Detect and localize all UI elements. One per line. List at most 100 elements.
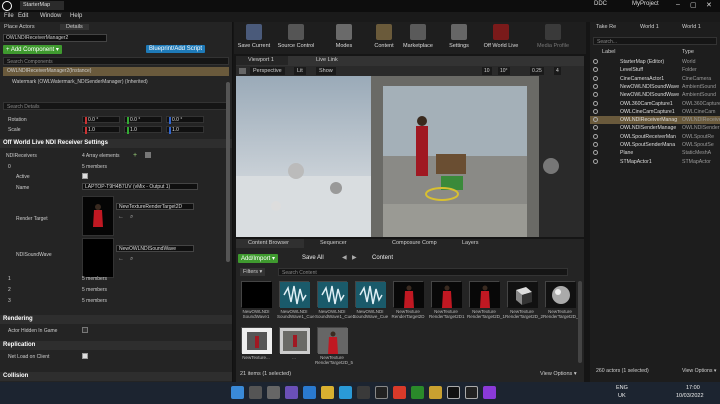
tab-viewport-1[interactable]: Viewport 1 <box>236 56 288 65</box>
scale-z-field[interactable]: 1.0 <box>166 126 204 134</box>
tab-layers[interactable]: Layers <box>462 240 479 246</box>
ddc-label[interactable]: DDC <box>594 1 607 7</box>
receiver-1-index[interactable]: 1 <box>8 276 11 282</box>
save-current-button[interactable]: Save Current <box>234 22 274 54</box>
outliner-view-options[interactable]: View Options ▾ <box>682 368 717 374</box>
net-load-checkbox[interactable] <box>82 353 88 359</box>
modes-button[interactable]: Modes <box>324 22 364 54</box>
add-component-button[interactable]: + Add Component ▾ <box>3 45 62 54</box>
search-details-input[interactable]: Search Details <box>3 102 229 110</box>
windows-start-icon[interactable] <box>231 386 244 399</box>
menu-file[interactable]: File <box>4 13 14 19</box>
maximize-button[interactable]: ▢ <box>690 1 697 9</box>
edge-icon[interactable] <box>339 386 352 399</box>
content-scrollbar[interactable] <box>578 281 582 363</box>
filters-button[interactable]: Filters ▾ <box>240 268 266 276</box>
camera-speed-value[interactable]: 4 <box>554 67 561 75</box>
off-world-live-button[interactable]: Off World Live <box>479 22 523 54</box>
widgets-icon[interactable] <box>285 386 298 399</box>
minimize-button[interactable]: – <box>676 1 680 8</box>
lit-button[interactable]: Lit <box>294 67 306 75</box>
active-checkbox[interactable] <box>82 173 88 179</box>
visibility-eye-icon[interactable] <box>593 59 598 64</box>
close-button[interactable]: ✕ <box>706 1 712 9</box>
app-icon-yellow[interactable] <box>429 386 442 399</box>
tab-content-browser[interactable]: Content Browser <box>236 239 304 248</box>
search-content-input[interactable]: Search Content <box>278 268 568 276</box>
app-icon-green[interactable] <box>411 386 424 399</box>
add-import-button[interactable]: Add/Import ▾ <box>238 254 279 263</box>
visibility-eye-icon[interactable] <box>593 133 598 139</box>
outliner-row[interactable]: OWLSpoutSenderMana OWLSpoutSe <box>590 141 720 149</box>
visibility-eye-icon[interactable] <box>593 150 598 156</box>
visibility-eye-icon[interactable] <box>593 125 598 131</box>
outliner-row[interactable]: StarterMap (Editor) World <box>590 58 720 66</box>
source-control-button[interactable]: Source Control <box>276 22 316 54</box>
scale-snap-value[interactable]: 0.25 <box>530 67 544 75</box>
outliner-row[interactable]: OWLNDIReceiverManag OWLNDIReceiver <box>590 116 720 125</box>
scale-x-field[interactable]: 1.0 <box>82 126 120 134</box>
save-all-button[interactable]: Save All <box>302 255 324 261</box>
outliner-row[interactable]: STMapActor1 STMapActor <box>590 158 720 166</box>
actor-name-field[interactable]: OWLNDIReceiverManager2 <box>3 34 107 42</box>
outliner-row[interactable]: OWLSpoutReceiverMan OWLSpoutRe <box>590 133 720 141</box>
asset-tile[interactable]: NewTexture RenderTarget2D_2 <box>505 281 543 319</box>
perspective-button[interactable]: Perspective <box>250 67 285 75</box>
grid-snap-value[interactable]: 10 <box>482 67 492 75</box>
visibility-eye-icon[interactable] <box>593 92 598 98</box>
menu-edit[interactable]: Edit <box>18 13 28 19</box>
clock-date[interactable]: 10/03/2022 <box>676 393 704 399</box>
visibility-eye-icon[interactable] <box>593 75 598 81</box>
tab-composure[interactable]: Composure Comp <box>392 240 437 246</box>
rotation-x-field[interactable]: 0.0 ° <box>82 116 120 124</box>
rotation-z-field[interactable]: 0.0 ° <box>166 116 204 124</box>
outliner-search-input[interactable]: Search... <box>593 37 717 45</box>
tab-take-recorder[interactable]: Take Re <box>596 24 616 30</box>
menu-help[interactable]: Help <box>70 13 82 19</box>
details-scrollbar[interactable] <box>226 82 230 262</box>
chat-icon[interactable] <box>303 386 316 399</box>
view-options-button[interactable]: View Options ▾ <box>540 371 577 377</box>
visibility-eye-icon[interactable] <box>593 142 598 147</box>
blueprint-add-script-button[interactable]: Blueprint/Add Script <box>146 45 206 53</box>
visibility-eye-icon[interactable] <box>593 83 598 89</box>
arrow-icon[interactable]: ← <box>118 214 124 220</box>
tab-details[interactable]: Details <box>60 24 89 30</box>
store-icon[interactable] <box>357 386 370 399</box>
asset-tile[interactable]: NewTexture RenderTarget2D_1 <box>467 281 505 319</box>
unreal-editor-icon[interactable] <box>465 386 478 399</box>
outliner-row[interactable]: NewOWLNDISoundWave AmbientSound <box>590 83 720 91</box>
arrow-icon[interactable]: ← <box>118 256 124 262</box>
collision-section[interactable]: Collision <box>0 372 232 381</box>
forward-button[interactable]: ▶ <box>352 254 357 261</box>
outliner-row[interactable]: NewOWLNDISoundWave AmbientSound <box>590 91 720 99</box>
file-explorer-icon[interactable] <box>321 386 334 399</box>
app-icon-purple[interactable] <box>483 386 496 399</box>
search-components-input[interactable]: Search Components <box>3 57 229 65</box>
path-content[interactable]: Content <box>372 255 393 261</box>
viewport[interactable]: Viewport 1 Live Link Perspective Lit Sho… <box>236 56 584 237</box>
hidden-in-game-checkbox[interactable] <box>82 327 88 333</box>
browse-search-icon[interactable]: ⌕ <box>130 214 133 221</box>
asset-tile[interactable]: NewTexture RenderTarget2D <box>391 281 425 319</box>
visibility-eye-icon[interactable] <box>593 117 598 123</box>
replication-section[interactable]: Replication <box>0 341 232 350</box>
rendering-section[interactable]: Rendering <box>0 315 232 324</box>
asset-tile[interactable]: ... <box>277 327 311 360</box>
column-type[interactable]: Type <box>682 49 694 55</box>
ndi-settings-section[interactable]: Off World Live NDI Receiver Settings <box>0 139 232 148</box>
marketplace-button[interactable]: Marketplace <box>398 22 438 54</box>
app-icon[interactable] <box>375 386 388 399</box>
outliner-row[interactable]: CineCameraActor1 CineCamera <box>590 75 720 83</box>
browse-search-icon[interactable]: ⌕ <box>130 256 133 263</box>
clock-time[interactable]: 17:00 <box>686 385 700 391</box>
component-root[interactable]: OWLNDIReceiverManager2(Instance) <box>3 67 229 76</box>
visibility-eye-icon[interactable] <box>593 67 598 73</box>
viewport-options-icon[interactable] <box>239 68 246 74</box>
level-tab[interactable]: StarterMap <box>20 1 64 10</box>
render-target-dropdown[interactable]: NewTextureRenderTarget2D <box>116 203 194 210</box>
visibility-eye-icon[interactable] <box>593 100 598 106</box>
menu-window[interactable]: Window <box>40 13 61 19</box>
outliner-row[interactable]: OWLNDISenderManage OWLNDISender <box>590 124 720 132</box>
asset-tile[interactable]: NewTexture RenderTarget2D_3 <box>543 281 581 319</box>
